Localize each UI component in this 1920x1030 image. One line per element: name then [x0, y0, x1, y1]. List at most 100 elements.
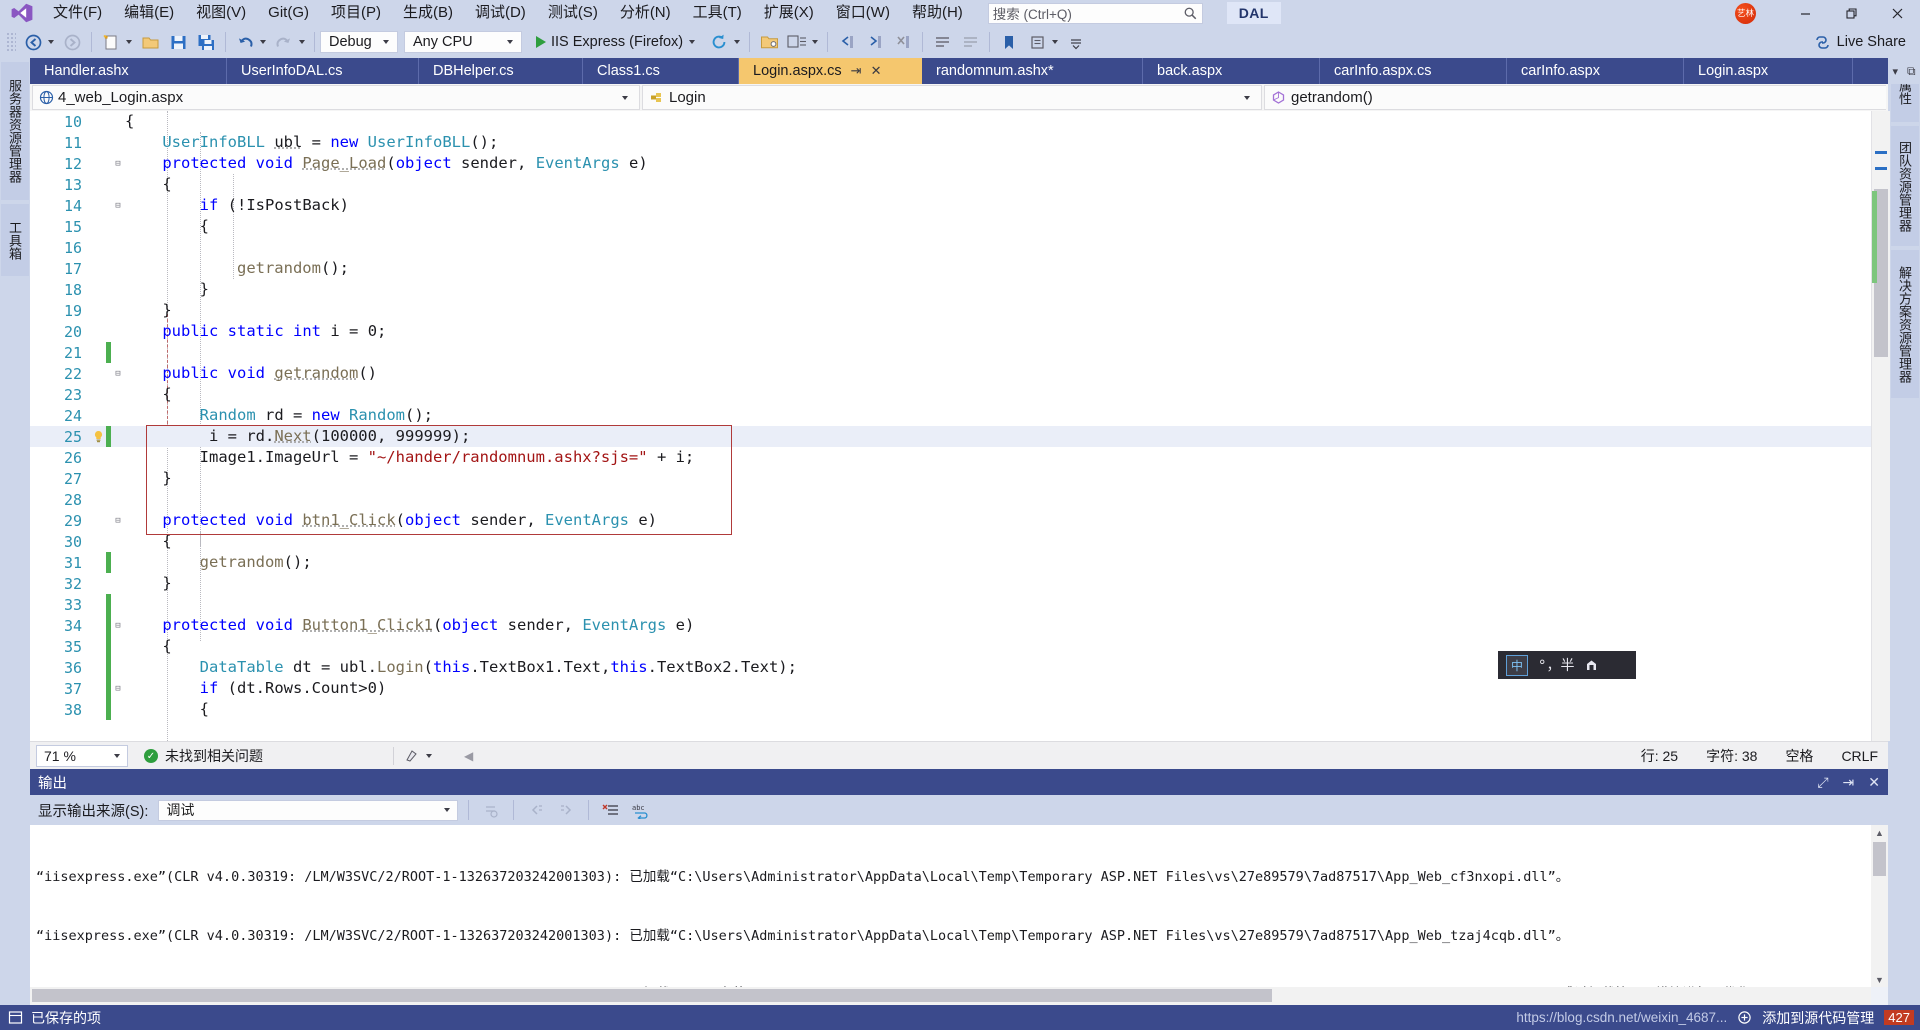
redo-caret-icon[interactable]	[299, 40, 305, 44]
tab-randomnum-ashx[interactable]: randomnum.ashx*	[922, 58, 1143, 84]
type-scope-combo[interactable]: Login	[642, 85, 1262, 110]
code-line[interactable]: 20 public static int i = 0;	[30, 321, 1888, 342]
code-line[interactable]: 21	[30, 342, 1888, 363]
code-line[interactable]: 12 ⊟ protected void Page_Load(object sen…	[30, 153, 1888, 174]
menu-extensions[interactable]: 扩展(X)	[753, 1, 825, 25]
output-horizontal-scrollbar[interactable]	[30, 987, 1871, 1005]
outline-toggle[interactable]: ⊟	[111, 516, 125, 526]
project-scope-combo[interactable]: 4_web_Login.aspx	[32, 85, 640, 110]
code-line[interactable]: 27 }	[30, 468, 1888, 489]
code-line[interactable]: 32 }	[30, 573, 1888, 594]
comment-button[interactable]	[928, 30, 956, 54]
code-line[interactable]: 22 ⊟ public void getrandom()	[30, 363, 1888, 384]
solution-name-chip[interactable]: DAL	[1226, 2, 1281, 24]
indentation-indicator[interactable]: 空格	[1785, 746, 1813, 766]
undo-button[interactable]	[231, 30, 259, 54]
tab-back-aspx[interactable]: back.aspx	[1143, 58, 1320, 84]
tab-login-aspx-cs[interactable]: Login.aspx.cs ⇥ ✕	[739, 58, 922, 84]
tab-handler-ashx[interactable]: Handler.ashx	[30, 58, 227, 84]
close-button[interactable]	[1874, 0, 1920, 26]
refresh-button[interactable]	[705, 30, 733, 54]
tab-overflow-icon[interactable]: ▾	[1892, 65, 1898, 78]
annotation-tool-icon[interactable]	[404, 748, 436, 764]
code-line[interactable]: 18 }	[30, 279, 1888, 300]
code-line-current[interactable]: 25 i = rd.Next(100000, 999999);	[30, 426, 1888, 447]
go-to-previous-button[interactable]	[524, 798, 548, 822]
code-line[interactable]: 37 ⊟ if (dt.Rows.Count>0)	[30, 678, 1888, 699]
code-line[interactable]: 14 ⊟ if (!IsPostBack)	[30, 195, 1888, 216]
dock-tab-solution-explorer[interactable]: 解决方案资源管理器	[1891, 250, 1919, 398]
find-message-button[interactable]	[479, 798, 503, 822]
code-line[interactable]: 17 getrandom();	[30, 258, 1888, 279]
menu-analyze[interactable]: 分析(N)	[609, 1, 682, 25]
menu-help[interactable]: 帮助(H)	[901, 1, 974, 25]
tab-dbhelper-cs[interactable]: DBHelper.cs	[419, 58, 583, 84]
code-line[interactable]: 24 Random rd = new Random();	[30, 405, 1888, 426]
quick-search-input[interactable]: 搜索 (Ctrl+Q)	[987, 2, 1203, 24]
outline-toggle[interactable]: ⊟	[111, 369, 125, 379]
solution-explorer-toggle-button[interactable]	[755, 30, 783, 54]
code-line[interactable]: 15 {	[30, 216, 1888, 237]
go-to-next-button[interactable]	[554, 798, 578, 822]
menu-debug[interactable]: 调试(D)	[464, 1, 537, 25]
code-line[interactable]: 38 {	[30, 699, 1888, 720]
tab-login-aspx[interactable]: Login.aspx	[1684, 58, 1853, 84]
ime-status-popup[interactable]: 中 °，半	[1498, 651, 1636, 679]
menu-tools[interactable]: 工具(T)	[682, 1, 753, 25]
lightbulb-icon[interactable]	[90, 430, 106, 443]
new-item-caret-icon[interactable]	[126, 40, 132, 44]
ime-settings-icon[interactable]	[1584, 658, 1599, 673]
output-vscroll-thumb[interactable]	[1873, 842, 1886, 876]
code-line[interactable]: 33	[30, 594, 1888, 615]
code-line[interactable]: 29 ⊟ protected void btn1_Click(object se…	[30, 510, 1888, 531]
tab-carinfo-aspx-cs[interactable]: carInfo.aspx.cs	[1320, 58, 1507, 84]
menu-build[interactable]: 生成(B)	[392, 1, 464, 25]
clear-all-button[interactable]	[599, 798, 623, 822]
add-source-control-label[interactable]: 添加到源代码管理	[1762, 1008, 1874, 1028]
live-share-button[interactable]: Live Share	[1814, 34, 1906, 51]
outline-toggle[interactable]: ⊟	[111, 201, 125, 211]
prev-change-icon[interactable]: ◀	[464, 749, 473, 763]
menu-git[interactable]: Git(G)	[257, 1, 320, 25]
menu-test[interactable]: 测试(S)	[537, 1, 609, 25]
pin-icon[interactable]: ⇥	[851, 63, 862, 79]
output-hscroll-thumb[interactable]	[32, 989, 1272, 1002]
breakpoint-button[interactable]	[1023, 30, 1051, 54]
menu-edit[interactable]: 编辑(E)	[113, 1, 185, 25]
output-log[interactable]: “iisexpress.exe”(CLR v4.0.30319: /LM/W3S…	[30, 825, 1888, 987]
code-line[interactable]: 34 ⊟ protected void Button1_Click1(objec…	[30, 615, 1888, 636]
scroll-up-icon[interactable]: ▲	[1871, 825, 1888, 840]
outline-toggle[interactable]: ⊟	[111, 159, 125, 169]
breakpoint-caret-icon[interactable]	[1052, 40, 1059, 44]
code-line[interactable]: 26 Image1.ImageUrl = "~/hander/randomnum…	[30, 447, 1888, 468]
code-line[interactable]: 28	[30, 489, 1888, 510]
scroll-down-icon[interactable]: ▼	[1871, 972, 1888, 987]
line-ending-indicator[interactable]: CRLF	[1841, 748, 1878, 764]
window-layout-caret-icon[interactable]	[812, 40, 819, 44]
code-line[interactable]: 31 getrandom();	[30, 552, 1888, 573]
code-line[interactable]: 19 }	[30, 300, 1888, 321]
float-icon[interactable]: ⤢	[1817, 774, 1828, 791]
maximize-restore-button[interactable]	[1828, 0, 1874, 26]
code-line[interactable]: 10 {	[30, 111, 1888, 132]
dock-tab-server-explorer[interactable]: 服务器资源管理器	[1, 62, 29, 200]
open-file-button[interactable]	[136, 30, 164, 54]
code-line[interactable]: 23 {	[30, 384, 1888, 405]
undo-caret-icon[interactable]	[260, 40, 266, 44]
menu-file[interactable]: 文件(F)	[42, 1, 113, 25]
minimize-button[interactable]	[1782, 0, 1828, 26]
close-icon-output[interactable]: ✕	[1868, 774, 1880, 791]
editor-vertical-scrollbar[interactable]	[1871, 111, 1890, 741]
navigate-forward-button[interactable]	[58, 30, 86, 54]
code-line[interactable]: 16	[30, 237, 1888, 258]
tab-list-icon[interactable]: ⧉	[1907, 64, 1916, 79]
window-layout-button[interactable]	[783, 30, 811, 54]
tab-userinfodal-cs[interactable]: UserInfoDAL.cs	[227, 58, 419, 84]
tab-carinfo-aspx[interactable]: carInfo.aspx	[1507, 58, 1684, 84]
code-line[interactable]: 30 {	[30, 531, 1888, 552]
add-source-control-icon[interactable]	[1737, 1010, 1752, 1025]
start-debug-button[interactable]: IIS Express (Firefox)	[530, 30, 705, 54]
bookmark-button[interactable]	[995, 30, 1023, 54]
ime-mode-key[interactable]: 中	[1506, 654, 1529, 676]
save-all-button[interactable]	[192, 30, 220, 54]
